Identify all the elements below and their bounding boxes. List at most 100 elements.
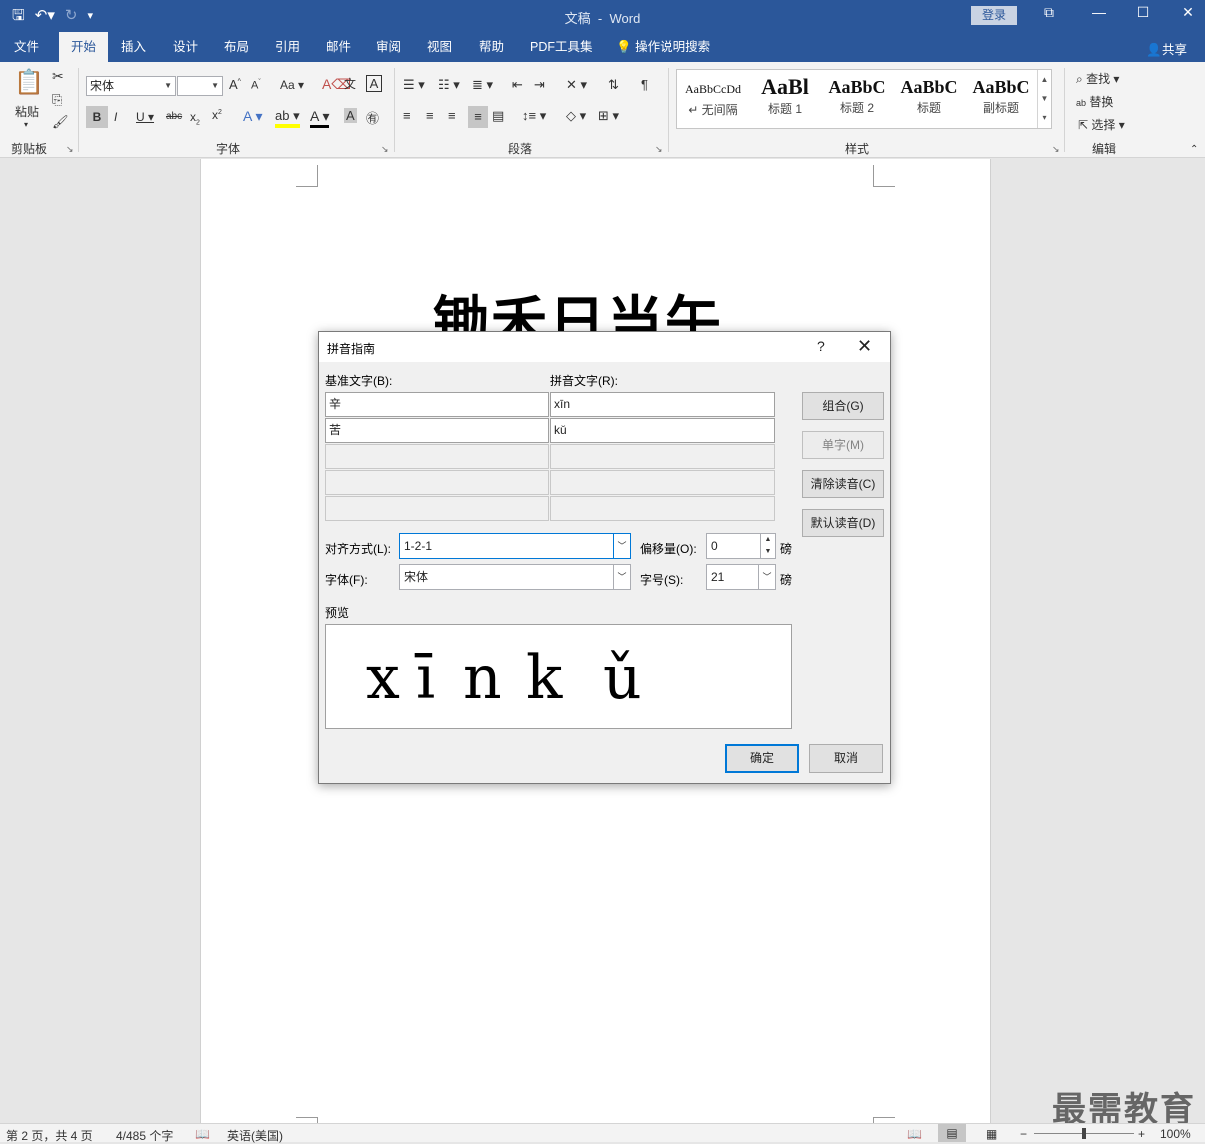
select-button[interactable]: ⇱ 选择 ▾ [1078,116,1125,133]
offset-stepper[interactable]: 0 ▲ ▼ [706,533,776,559]
print-layout-icon[interactable]: ▤ [938,1124,966,1142]
format-painter-icon[interactable]: 🖌 [52,114,69,130]
ruby-text-field[interactable] [550,496,775,521]
zoom-in-icon[interactable]: + [1138,1127,1145,1141]
base-text-field[interactable]: 苦 [325,418,549,443]
minimize-icon[interactable]: — [1076,4,1122,20]
paste-dropdown-icon[interactable]: ▾ [24,120,28,129]
cancel-button[interactable]: 取消 [809,744,883,773]
tab-mailings[interactable]: 邮件 [314,32,363,62]
paragraph-launcher-icon[interactable]: ↘ [655,144,663,155]
numbering-icon[interactable]: ☷ ▾ [438,77,460,93]
tab-file[interactable]: 文件 [2,32,51,62]
clipboard-launcher-icon[interactable]: ↘ [66,144,74,155]
clear-reading-button[interactable]: 清除读音(C) [802,470,884,498]
borders-icon[interactable]: ⊞ ▾ [598,108,619,124]
style-subtitle[interactable]: AaBbC 副标题 [965,70,1037,128]
shrink-font-icon[interactable]: Aˇ [251,79,261,92]
mono-button[interactable]: 单字(M) [802,431,884,459]
base-text-field[interactable] [325,470,549,495]
base-text-field[interactable] [325,496,549,521]
tab-pdf-tools[interactable]: PDF工具集 [518,32,605,62]
superscript-button[interactable]: x2 [212,108,222,122]
font-name-combo[interactable]: 宋体 ▼ [86,76,176,96]
zoom-out-icon[interactable]: − [1020,1127,1027,1141]
font-size-combo[interactable]: ▼ [177,76,223,96]
font-color-icon[interactable]: A ▾ [310,108,330,128]
style-no-spacing[interactable]: AaBbCcDd ↵ 无间隔 [677,70,749,128]
copy-icon[interactable]: ⎘ [52,92,62,108]
shading-icon[interactable]: ◇ ▾ [566,108,586,124]
italic-button[interactable]: I [114,110,117,124]
line-spacing-icon[interactable]: ↕≡ ▾ [522,108,546,124]
find-button[interactable]: ⌕ 查找 ▾ [1076,70,1119,87]
style-heading-1[interactable]: AaBl 标题 1 [749,70,821,128]
align-left-icon[interactable]: ≡ [403,108,411,123]
read-mode-icon[interactable]: 📖 [907,1127,922,1141]
alignment-select[interactable]: 1-2-1 ﹀ [399,533,631,559]
style-heading-2[interactable]: AaBbC 标题 2 [821,70,893,128]
ruby-text-field[interactable] [550,470,775,495]
tab-view[interactable]: 视图 [415,32,464,62]
cut-icon[interactable]: ✂ [52,68,64,85]
multilevel-list-icon[interactable]: ≣ ▾ [472,77,493,93]
tab-help[interactable]: 帮助 [467,32,516,62]
help-icon[interactable]: ? [817,338,825,354]
underline-button[interactable]: U ▾ [136,110,154,124]
tab-layout[interactable]: 布局 [212,32,261,62]
base-text-field[interactable]: 辛 [325,392,549,417]
ruby-text-field[interactable]: kǔ [550,418,775,443]
ok-button[interactable]: 确定 [725,744,799,773]
tab-insert[interactable]: 插入 [109,32,158,62]
font-select[interactable]: 宋体 ﹀ [399,564,631,590]
character-border-icon[interactable]: A [366,75,382,92]
replace-button[interactable]: ab 替换 [1076,93,1113,110]
enclose-characters-icon[interactable]: ㊒ [366,108,379,127]
justify-icon[interactable]: ≡ [468,106,488,128]
base-text-field[interactable] [325,444,549,469]
share-button[interactable]: 👤共享 [1146,39,1187,58]
gallery-scroll[interactable]: ▲ ▼ ▾ [1037,70,1051,128]
decrease-indent-icon[interactable]: ⇤ [512,77,523,93]
tell-me-search[interactable]: 💡 操作说明搜索 [604,32,722,62]
paste-icon[interactable]: 📋 [14,68,44,97]
styles-launcher-icon[interactable]: ↘ [1052,144,1060,155]
spin-arrows-icon[interactable]: ▲ ▼ [760,534,775,558]
font-launcher-icon[interactable]: ↘ [381,144,389,155]
login-button[interactable]: 登录 [971,6,1017,25]
tab-home[interactable]: 开始 [59,32,109,62]
text-effects-icon[interactable]: A ▾ [243,108,262,125]
close-icon[interactable]: ✕ [857,336,872,357]
ruby-text-field[interactable] [550,444,775,469]
increase-indent-icon[interactable]: ⇥ [534,77,545,93]
collapse-ribbon-icon[interactable]: ⌃ [1190,144,1198,155]
group-button[interactable]: 组合(G) [802,392,884,420]
distributed-icon[interactable]: ▤ [492,108,504,124]
grow-font-icon[interactable]: A^ [229,77,241,92]
default-reading-button[interactable]: 默认读音(D) [802,509,884,537]
zoom-level[interactable]: 100% [1160,1127,1191,1141]
paste-label[interactable]: 粘贴 [15,103,39,120]
subscript-button[interactable]: x2 [190,110,200,126]
language-indicator[interactable]: 英语(美国) [227,1127,283,1144]
sort-icon[interactable]: ⇅ [608,77,619,93]
word-count[interactable]: 4/485 个字 [116,1127,173,1144]
zoom-slider-thumb[interactable] [1082,1128,1086,1139]
bullets-icon[interactable]: ☰ ▾ [403,77,425,93]
highlight-icon[interactable]: ab ▾ [275,108,300,128]
ribbon-display-options-icon[interactable]: ⧉ [1026,4,1072,21]
align-center-icon[interactable]: ≡ [426,108,434,123]
maximize-icon[interactable]: ☐ [1120,4,1166,21]
proofing-icon[interactable]: 📖 [195,1127,210,1141]
tab-design[interactable]: 设计 [161,32,210,62]
ruby-text-field[interactable]: xīn [550,392,775,417]
strikethrough-button[interactable]: abc [166,111,182,122]
size-select[interactable]: 21 ﹀ [706,564,776,590]
style-title[interactable]: AaBbC 标题 [893,70,965,128]
close-window-icon[interactable]: ✕ [1165,4,1205,21]
page-count[interactable]: 第 2 页，共 4 页 [6,1127,93,1144]
chinese-layout-icon[interactable]: ✕ ▾ [566,77,587,93]
show-marks-icon[interactable]: ¶ [641,77,648,92]
tab-review[interactable]: 审阅 [364,32,413,62]
align-right-icon[interactable]: ≡ [448,108,456,123]
